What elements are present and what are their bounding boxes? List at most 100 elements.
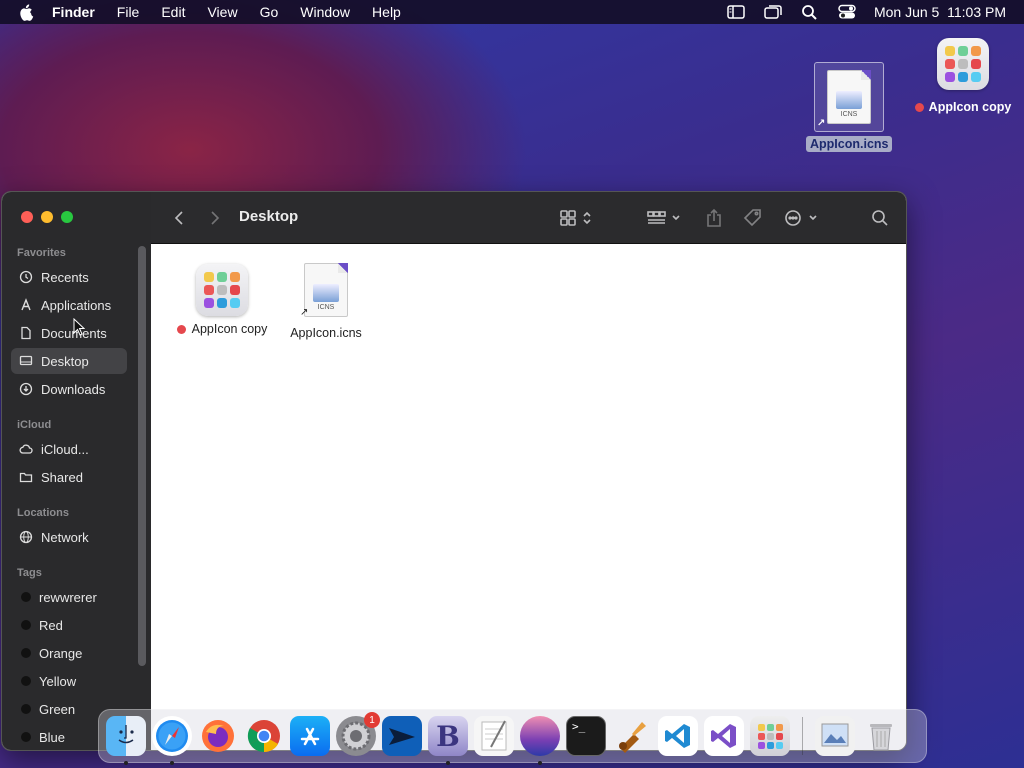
- forward-button[interactable]: [203, 192, 227, 244]
- running-indicator: [538, 761, 542, 765]
- menu-view[interactable]: View: [207, 4, 237, 20]
- sidebar-item-label: Desktop: [41, 353, 89, 369]
- share-button[interactable]: [702, 192, 726, 244]
- finder-icon[interactable]: [106, 716, 146, 765]
- sidebar-heading-tags: Tags: [17, 567, 42, 579]
- file-item-appicon-icns[interactable]: ICNS ↗ AppIcon.icns: [281, 260, 371, 340]
- macos-wallpaper-icon[interactable]: [520, 716, 560, 765]
- sidebar-item-downloads[interactable]: Downloads: [11, 376, 127, 402]
- preview-document-icon[interactable]: [815, 716, 855, 756]
- textedit-icon[interactable]: [474, 716, 514, 756]
- trash-icon[interactable]: [861, 716, 901, 756]
- sidebar-heading-locations: Locations: [17, 507, 69, 519]
- sidebar-item-label: Applications: [41, 297, 112, 313]
- tag-dot: [21, 732, 31, 742]
- firefox-icon[interactable]: [198, 716, 238, 756]
- zoom-button[interactable]: [61, 211, 73, 223]
- sidebar-icon[interactable]: [726, 4, 746, 20]
- download-icon: [19, 382, 33, 396]
- mouse-pointer-icon: [73, 318, 85, 336]
- search-button[interactable]: [867, 192, 893, 244]
- sidebar-heading-favorites: Favorites: [17, 247, 66, 259]
- app-store-icon[interactable]: [290, 716, 330, 756]
- sidebar-tag-yellow[interactable]: Yellow: [11, 668, 127, 694]
- menu-go[interactable]: Go: [260, 4, 279, 20]
- file-item-appicon-copy[interactable]: AppIcon copy: [167, 264, 277, 336]
- sidebar-item-icloud[interactable]: iCloud...: [11, 436, 127, 462]
- sidebar-item-shared[interactable]: Shared: [11, 464, 127, 490]
- instruments-icon[interactable]: [612, 716, 652, 756]
- menu-bar: Finder File Edit View Go Window Help Mon…: [0, 0, 1024, 24]
- document-icon: [21, 326, 31, 340]
- alias-arrow-icon: ↗: [300, 307, 309, 318]
- apple-icon[interactable]: [18, 3, 36, 21]
- terminal-icon[interactable]: >_: [566, 716, 606, 756]
- control-center-icon[interactable]: [837, 4, 857, 20]
- sidebar-item-applications[interactable]: Applications: [11, 292, 127, 318]
- applications-icon: [21, 298, 31, 311]
- sidebar-item-label: iCloud...: [41, 441, 89, 457]
- file-label: AppIcon copy: [191, 322, 268, 336]
- globe-icon: [19, 530, 33, 544]
- file-browser-area[interactable]: AppIcon copy ICNS ↗ AppIcon.icns: [151, 244, 906, 750]
- sidebar-item-recents[interactable]: Recents: [11, 264, 127, 290]
- back-button[interactable]: [167, 192, 191, 244]
- sidebar-item-documents[interactable]: Documents: [11, 320, 127, 346]
- bbedit-icon[interactable]: B: [428, 716, 468, 765]
- app-menu-finder[interactable]: Finder: [52, 4, 95, 20]
- transmit-icon[interactable]: [382, 716, 422, 756]
- minimize-button[interactable]: [41, 211, 53, 223]
- tag-icon: [743, 209, 761, 227]
- desktop-file-appicon-icns[interactable]: ICNS ↗ AppIcon.icns: [806, 62, 893, 152]
- sidebar-scrollbar[interactable]: [138, 246, 146, 666]
- screen-mirroring-icon[interactable]: [763, 4, 783, 20]
- close-button[interactable]: [21, 211, 33, 223]
- icns-document-icon: ICNS: [827, 70, 871, 124]
- sidebar-item-network[interactable]: Network: [11, 524, 127, 550]
- shared-folder-icon: [19, 472, 33, 483]
- more-actions-button[interactable]: [781, 192, 825, 244]
- running-indicator: [446, 761, 450, 765]
- search-icon[interactable]: [800, 4, 820, 20]
- view-mode-button[interactable]: [557, 192, 597, 244]
- finder-sidebar: Favorites Recents Applications Documents…: [2, 192, 151, 750]
- chrome-icon[interactable]: [244, 716, 284, 756]
- finder-window: Favorites Recents Applications Documents…: [1, 191, 907, 751]
- sidebar-tag-rewwrerer[interactable]: rewwrerer: [11, 584, 127, 610]
- desktop-file-appicon-copy[interactable]: AppIcon copy: [906, 38, 1020, 114]
- sidebar-item-label: Downloads: [41, 381, 106, 397]
- sidebar-tag-orange[interactable]: Orange: [11, 640, 127, 666]
- sidebar-item-label: Blue: [39, 729, 66, 745]
- safari-icon[interactable]: [152, 716, 192, 765]
- more-icon: [785, 210, 817, 226]
- menu-file[interactable]: File: [117, 4, 140, 20]
- tag-dot: [21, 704, 31, 714]
- sidebar-item-label: Red: [39, 617, 63, 633]
- desktop-file-label: AppIcon copy: [928, 100, 1012, 114]
- tag-dot: [21, 676, 31, 686]
- group-button[interactable]: [645, 192, 685, 244]
- visual-studio-icon[interactable]: [704, 716, 744, 756]
- alias-arrow-icon: ↗: [817, 118, 826, 129]
- share-icon: [707, 208, 721, 227]
- file-label: AppIcon.icns: [290, 326, 362, 340]
- window-controls: [21, 211, 73, 223]
- sidebar-item-desktop[interactable]: Desktop: [11, 348, 127, 374]
- menubar-clock[interactable]: Mon Jun 5 11:03 PM: [874, 4, 1006, 20]
- system-settings-icon[interactable]: 1: [336, 712, 380, 756]
- vscode-icon[interactable]: [658, 716, 698, 756]
- tag-button[interactable]: [740, 192, 766, 244]
- desktop-file-label: AppIcon.icns: [806, 136, 893, 152]
- cloud-icon: [19, 444, 33, 454]
- sidebar-heading-icloud: iCloud: [17, 419, 52, 431]
- launchpad-icon[interactable]: [750, 716, 790, 756]
- group-icon: [647, 211, 680, 224]
- red-tag-dot: [914, 102, 924, 112]
- menu-help[interactable]: Help: [372, 4, 401, 20]
- notification-badge: 1: [364, 712, 380, 728]
- sidebar-tag-red[interactable]: Red: [11, 612, 127, 638]
- icns-document-icon: ICNS: [304, 263, 348, 317]
- running-indicator: [124, 761, 128, 765]
- menu-window[interactable]: Window: [300, 4, 350, 20]
- menu-edit[interactable]: Edit: [161, 4, 185, 20]
